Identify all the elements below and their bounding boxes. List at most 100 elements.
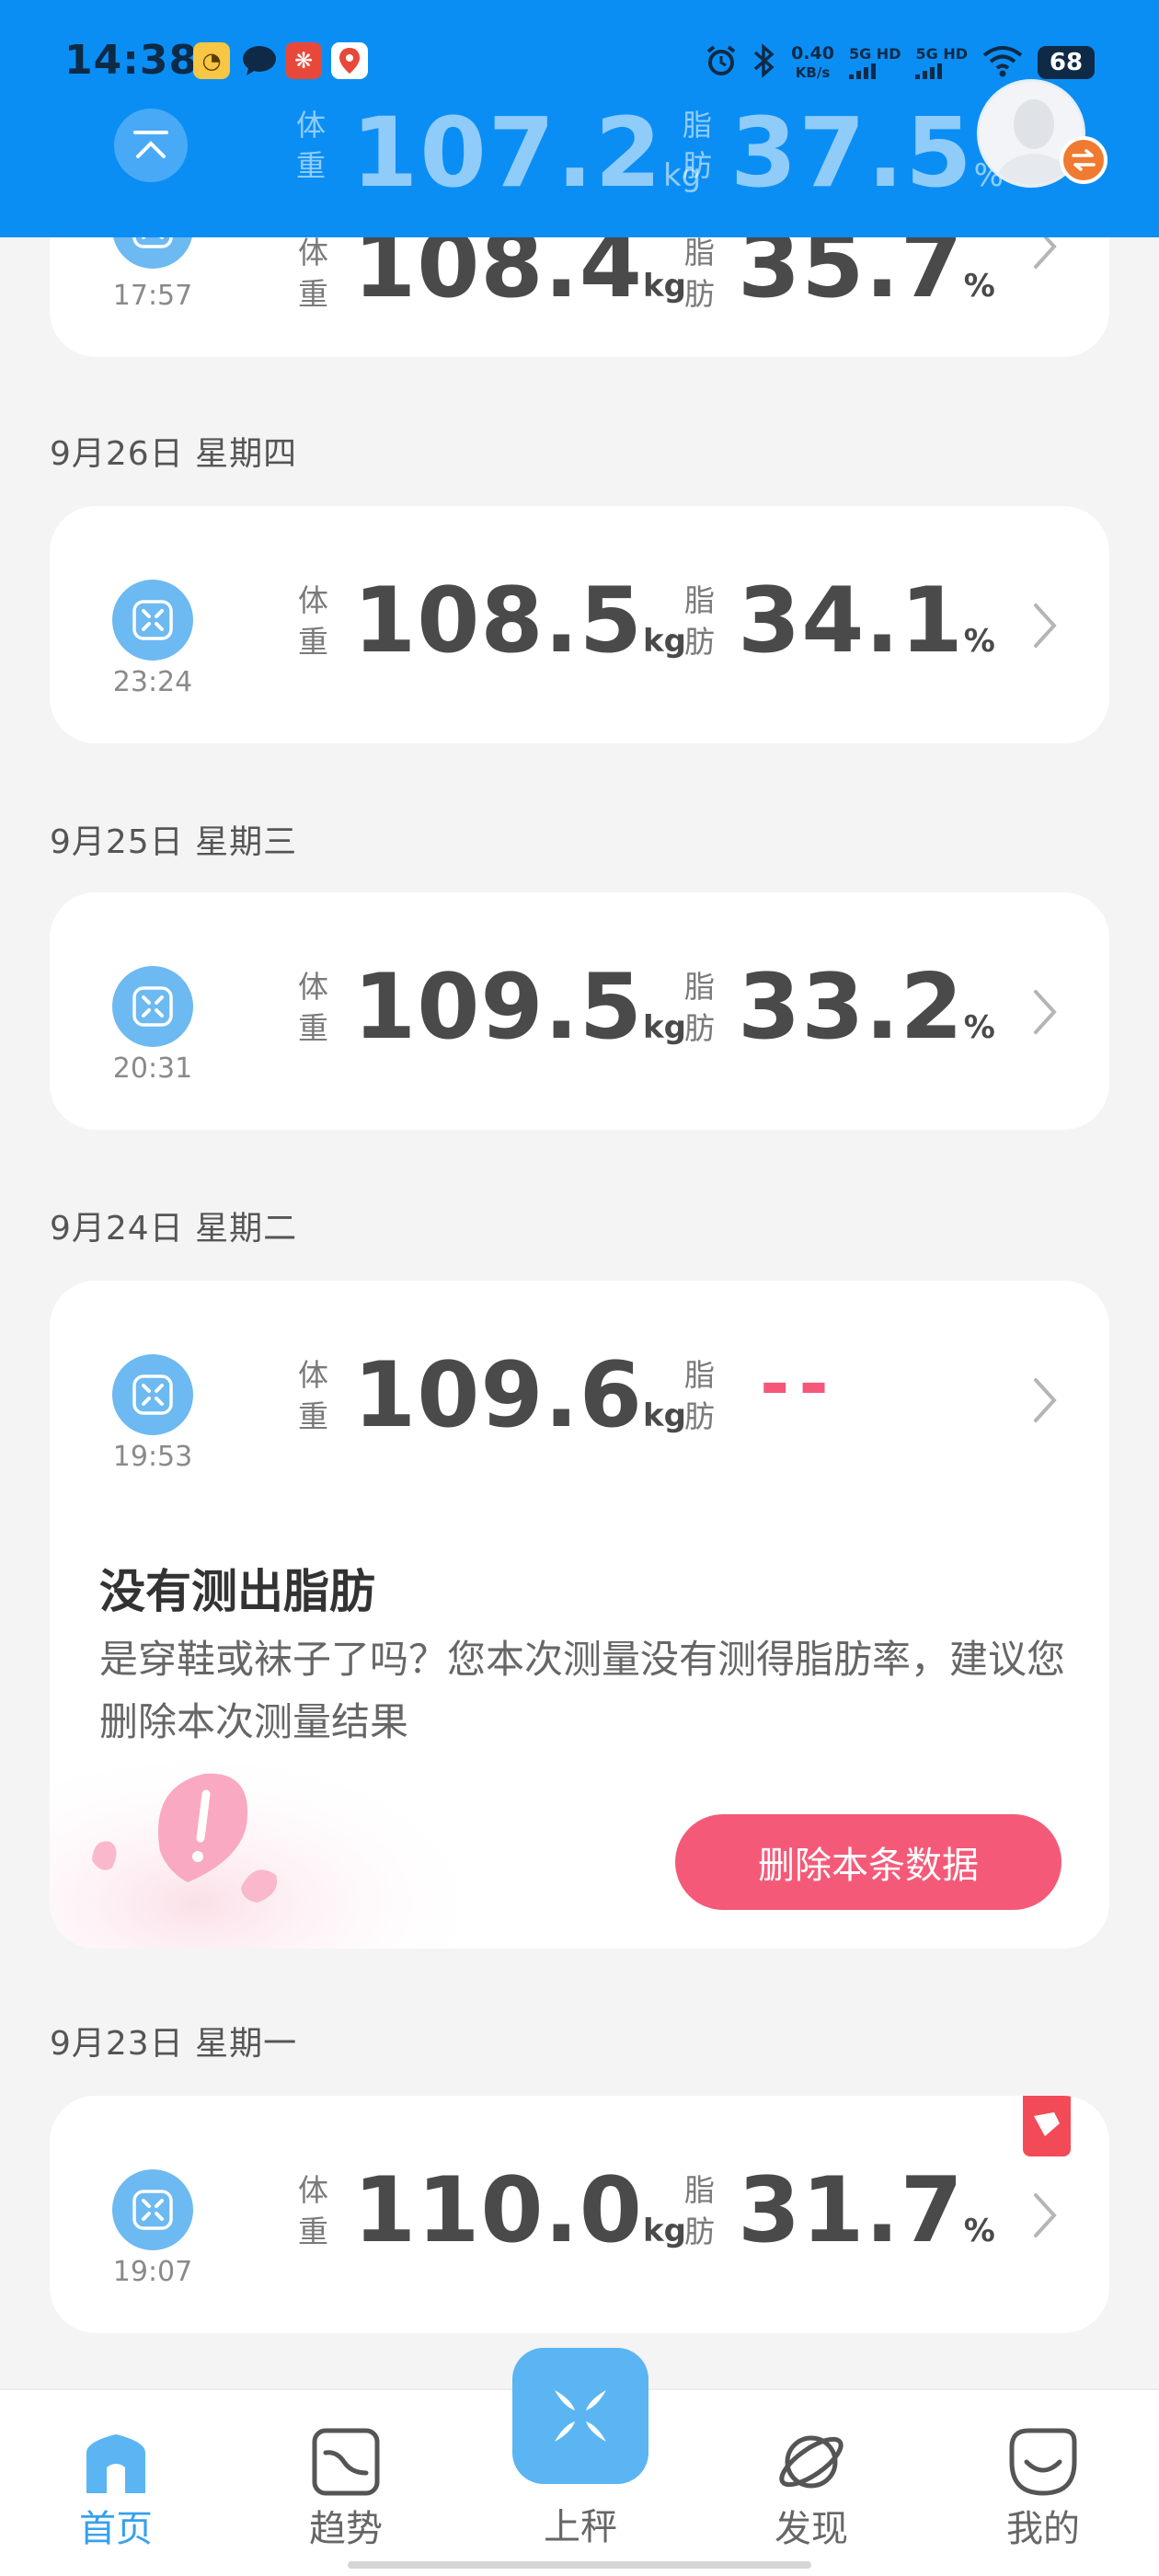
record-fat-unit: %: [963, 268, 995, 305]
nav-weigh-label: 上秤: [544, 2506, 617, 2548]
nav-home[interactable]: 首页: [42, 2390, 189, 2556]
record-fat-missing: --: [760, 1343, 838, 1426]
scale-icon: [112, 580, 193, 661]
weight-label: 体重: [298, 235, 328, 312]
record-weight-value: 109.6: [353, 1343, 643, 1448]
record-time: 20:31: [112, 1052, 193, 1085]
weight-label: 体重: [298, 1357, 328, 1434]
nav-trend-label: 趋势: [309, 2508, 383, 2550]
bookmark-flag-icon: [1023, 2096, 1071, 2156]
summary-weight-label: 体重: [296, 108, 327, 183]
record-weight: 109.6kg: [353, 1345, 686, 1466]
summary-weight-value: 107.2: [351, 97, 663, 209]
status-time: 14:38: [64, 37, 199, 84]
record-fat-unit: %: [963, 2213, 995, 2249]
record-card[interactable]: 20:31 体重 109.5kg 脂肪 33.2%: [50, 892, 1109, 1130]
switch-user-button[interactable]: [1060, 136, 1107, 184]
record-time: 19:07: [112, 2256, 193, 2288]
weight-label: 体重: [298, 582, 328, 660]
planet-icon: [779, 2435, 843, 2489]
chevron-right-icon: [1034, 1378, 1057, 1422]
fat-label: 脂肪: [684, 1357, 715, 1434]
net-speed: 0.40 KB/s: [791, 44, 834, 82]
record-weight-unit: kg: [642, 268, 686, 305]
record-fat-value: 34.1: [738, 569, 964, 673]
record-weight-unit: kg: [642, 623, 686, 660]
summary-fat: 37.5%: [730, 98, 1004, 231]
record-weight: 109.5kg: [353, 957, 686, 1078]
record-weight-value: 109.5: [353, 955, 643, 1060]
summary-fat-label: 脂肪: [683, 108, 713, 183]
date-header: 9月26日 星期四: [50, 435, 298, 473]
record-card[interactable]: 23:24 体重 108.5kg 脂肪 34.1%: [50, 506, 1109, 743]
date-header: 9月25日 星期三: [50, 823, 298, 861]
record-weight: 108.5kg: [353, 570, 686, 692]
chevron-right-icon: [1034, 990, 1057, 1034]
top-header: 14:38 ◔ ❋ 0.40 KB/s 5G HD 5G HD 68 体重 10…: [0, 0, 1159, 237]
scale-icon: [112, 966, 193, 1047]
record-fat: 34.1%: [738, 570, 995, 692]
record-weight: 110.0kg: [353, 2160, 686, 2282]
wifi-icon: [982, 44, 1023, 81]
alarm-icon: [705, 44, 738, 81]
shopping-app-icon: ❋: [285, 42, 322, 79]
warning-title: 没有测出脂肪: [99, 1565, 375, 1618]
nav-mine-label: 我的: [1006, 2508, 1080, 2550]
record-fat-value: 31.7: [738, 2158, 964, 2263]
scale-icon: [555, 2390, 606, 2442]
fat-label: 脂肪: [684, 2172, 715, 2249]
record-time: 23:24: [112, 666, 193, 698]
record-weight-unit: kg: [642, 1397, 686, 1434]
nav-discover[interactable]: 发现: [738, 2390, 885, 2556]
app-notification-icon: ◔: [193, 42, 230, 79]
date-header: 9月24日 星期二: [50, 1210, 298, 1248]
delete-record-button[interactable]: 删除本条数据: [675, 1814, 1061, 1910]
record-fat: 31.7%: [738, 2160, 995, 2282]
record-fat-value: 33.2: [738, 955, 964, 1060]
summary-fat-value: 37.5: [730, 97, 974, 209]
record-fat-unit: %: [963, 623, 995, 660]
record-weight-value: 110.0: [353, 2158, 643, 2263]
smile-face-icon: [1009, 2428, 1077, 2496]
nav-home-label: 首页: [79, 2508, 153, 2550]
date-header: 9月23日 星期一: [50, 2025, 298, 2063]
status-bar: 14:38 ◔ ❋ 0.40 KB/s 5G HD 5G HD 68: [0, 28, 1159, 101]
bluetooth-icon: [752, 43, 776, 82]
record-fat: 33.2%: [738, 957, 995, 1078]
weight-label: 体重: [298, 969, 328, 1046]
net-speed-value: 0.40: [791, 42, 834, 63]
record-time: 19:53: [112, 1441, 193, 1473]
fat-label: 脂肪: [684, 969, 715, 1046]
net-speed-unit: KB/s: [795, 63, 831, 81]
sim1-label: 5G HD: [848, 45, 901, 63]
battery-indicator: 68: [1038, 46, 1095, 79]
fat-label: 脂肪: [684, 235, 715, 312]
record-card[interactable]: 19:07 体重 110.0kg 脂肪 31.7%: [50, 2096, 1109, 2333]
swap-icon: [1072, 149, 1096, 171]
map-pin-icon: [331, 42, 368, 79]
record-card-warning[interactable]: 19:53 体重 109.6kg 脂肪 -- 没有测出脂肪 是穿鞋或袜子了吗？您…: [50, 1281, 1109, 1949]
home-indicator[interactable]: [348, 2561, 811, 2569]
chevron-up-icon: [133, 131, 168, 158]
record-weight-unit: kg: [642, 2213, 686, 2249]
warning-illustration: [50, 1722, 473, 1949]
summary-weight: 107.2kg: [351, 98, 701, 231]
sim2-signal: 5G HD: [915, 46, 968, 79]
nav-discover-label: 发现: [775, 2508, 848, 2550]
chevron-right-icon: [1034, 2193, 1057, 2237]
weight-label: 体重: [298, 2172, 328, 2249]
message-icon: [241, 42, 278, 79]
scale-icon: [112, 2169, 193, 2250]
record-fat-unit: %: [963, 1009, 995, 1046]
nav-trend[interactable]: 趋势: [272, 2390, 419, 2556]
chevron-right-icon: [1034, 604, 1057, 648]
scale-icon: [112, 1354, 193, 1435]
record-weight-value: 108.5: [353, 569, 643, 673]
trend-icon: [312, 2428, 380, 2496]
record-time: 17:57: [112, 280, 193, 312]
fat-label: 脂肪: [684, 582, 715, 660]
collapse-button[interactable]: [114, 109, 188, 182]
nav-mine[interactable]: 我的: [970, 2390, 1117, 2556]
weigh-button[interactable]: [512, 2348, 648, 2484]
sim1-signal: 5G HD: [848, 45, 901, 79]
